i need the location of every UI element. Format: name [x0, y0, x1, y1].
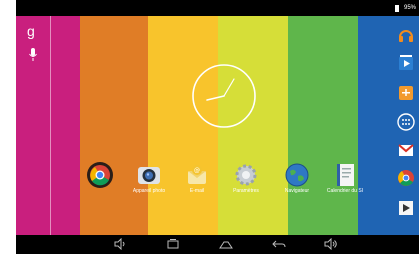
chrome-icon — [87, 162, 113, 188]
analog-clock-widget[interactable] — [190, 62, 258, 130]
app-browser[interactable]: Navigateur — [274, 162, 320, 194]
camera-icon — [138, 167, 160, 184]
wallpaper-stripe — [80, 16, 148, 235]
chrome-icon[interactable] — [397, 169, 415, 187]
app-label: Calendrier du SI — [326, 188, 364, 194]
play-icon[interactable] — [397, 199, 415, 217]
status-bar: 95% — [16, 0, 419, 16]
wallpaper-stripe — [288, 16, 358, 235]
apps-grid-icon[interactable] — [397, 113, 415, 131]
back-icon[interactable] — [272, 238, 286, 250]
app-label: Appareil photo — [132, 188, 166, 194]
calculator-icon[interactable] — [397, 84, 415, 102]
volume-down-icon[interactable] — [113, 238, 127, 250]
volume-up-icon[interactable] — [324, 238, 338, 250]
home-icon[interactable] — [219, 238, 233, 250]
right-shortcut-panel — [393, 16, 419, 235]
navigation-bar — [16, 235, 419, 254]
settings-icon — [235, 164, 257, 186]
battery-icon — [395, 5, 399, 12]
app-email[interactable]: @ E-mail — [174, 162, 220, 194]
browser-icon — [285, 163, 309, 187]
app-camera[interactable]: Appareil photo — [126, 162, 172, 194]
app-notebook[interactable]: Calendrier du SI — [322, 162, 368, 194]
email-icon: @ — [188, 165, 206, 184]
svg-text:@: @ — [194, 167, 200, 174]
notebook-icon — [337, 164, 354, 186]
app-chrome[interactable] — [77, 162, 123, 189]
search-strip-divider — [50, 16, 51, 235]
play-store-icon[interactable] — [397, 54, 415, 72]
app-settings[interactable]: Paramètres — [223, 162, 269, 194]
app-label: Navigateur — [284, 188, 310, 194]
app-label: Paramètres — [233, 188, 259, 194]
wallpaper-stripe — [16, 16, 80, 235]
headphones-icon[interactable] — [397, 26, 415, 44]
gmail-icon[interactable] — [397, 141, 415, 159]
battery-percentage: 95% — [403, 5, 416, 11]
mic-icon[interactable] — [28, 48, 38, 62]
tablet-screen: 95% g Appareil photo @ E-mail Paramètres… — [16, 0, 419, 254]
google-search-button[interactable]: g — [27, 24, 35, 38]
app-label: E-mail — [189, 188, 205, 194]
recent-apps-icon[interactable] — [166, 238, 180, 250]
